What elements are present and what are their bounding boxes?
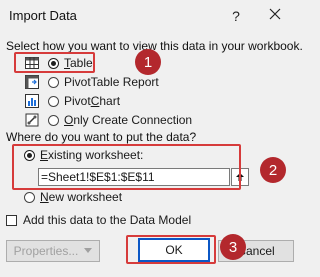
new-worksheet-radio[interactable] — [24, 191, 35, 203]
pivottable-icon — [24, 74, 40, 90]
callout-box-ok — [126, 235, 216, 264]
help-button[interactable]: ? — [225, 5, 247, 27]
close-icon — [269, 8, 281, 20]
step-badge-1: 1 — [135, 49, 161, 75]
data-model-option[interactable]: Add this data to the Data Model — [6, 212, 191, 228]
properties-label: Properties... — [13, 244, 79, 258]
close-button[interactable] — [264, 5, 286, 27]
properties-button[interactable]: Properties... — [6, 240, 100, 262]
only-connection-label: Only Create Connection — [64, 113, 193, 127]
option-new-worksheet[interactable]: New worksheet — [24, 189, 122, 205]
pivottable-label: PivotTable Report — [64, 75, 159, 89]
connection-icon — [24, 112, 40, 128]
option-pivotchart[interactable]: PivotChart — [24, 93, 120, 109]
callout-box-existing-worksheet — [12, 144, 241, 190]
step-badge-2: 2 — [260, 157, 286, 183]
import-data-dialog: Import Data ? Select how you want to vie… — [0, 0, 303, 277]
dialog-title: Import Data — [9, 8, 77, 23]
data-model-label: Add this data to the Data Model — [23, 213, 192, 227]
new-worksheet-label: New worksheet — [40, 190, 123, 204]
location-prompt: Where do you want to put the data? — [6, 130, 197, 144]
dropdown-arrow-icon — [84, 248, 93, 253]
option-pivottable[interactable]: PivotTable Report — [24, 74, 159, 90]
data-model-checkbox[interactable] — [6, 214, 17, 226]
option-only-connection[interactable]: Only Create Connection — [24, 112, 192, 128]
pivottable-radio[interactable] — [48, 76, 59, 88]
callout-box-table — [14, 52, 95, 73]
pivotchart-label: PivotChart — [64, 94, 121, 108]
pivotchart-icon — [24, 93, 40, 109]
pivotchart-radio[interactable] — [48, 95, 59, 107]
title-bar: Import Data ? — [0, 0, 303, 32]
only-connection-radio[interactable] — [48, 114, 59, 126]
step-badge-3: 3 — [220, 234, 246, 260]
